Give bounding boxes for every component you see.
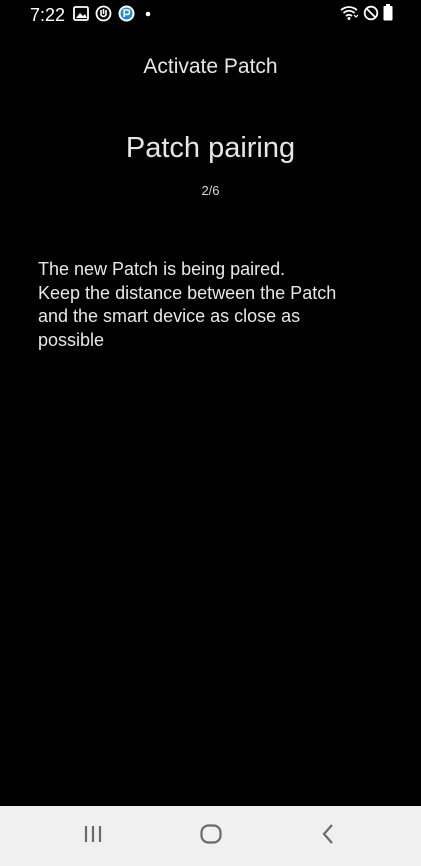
instructions-text: The new Patch is being paired. Keep the … — [38, 258, 388, 352]
app-notification-icon — [118, 5, 135, 27]
instructions-line: and the smart device as close as — [38, 306, 301, 326]
step-counter: 2/6 — [201, 183, 220, 198]
do-not-disturb-icon — [363, 5, 379, 26]
status-time: 7:22 — [30, 5, 66, 25]
vpn-icon — [95, 5, 112, 27]
more-notifications-dot-icon — [141, 7, 155, 26]
step-title: Patch pairing — [125, 132, 296, 164]
gallery-icon — [73, 6, 89, 26]
home-button[interactable] — [196, 822, 226, 850]
instructions-line: possible — [38, 329, 105, 350]
home-icon — [199, 823, 223, 850]
recent-apps-button[interactable] — [78, 822, 108, 850]
page-title: Activate Patch — [143, 55, 278, 78]
system-status-icons — [339, 4, 393, 26]
notification-icons — [73, 5, 155, 27]
recent-apps-icon — [82, 824, 104, 849]
back-icon — [320, 823, 336, 850]
instructions-line: Keep the distance between the Patch — [38, 282, 337, 303]
wifi-icon — [339, 5, 359, 26]
status-bar: 7:22 — [0, 0, 421, 32]
back-button[interactable] — [313, 822, 343, 850]
system-navigation-bar — [0, 806, 421, 866]
battery-icon — [383, 4, 393, 26]
instructions-line: The new Patch is being paired. — [38, 259, 286, 279]
